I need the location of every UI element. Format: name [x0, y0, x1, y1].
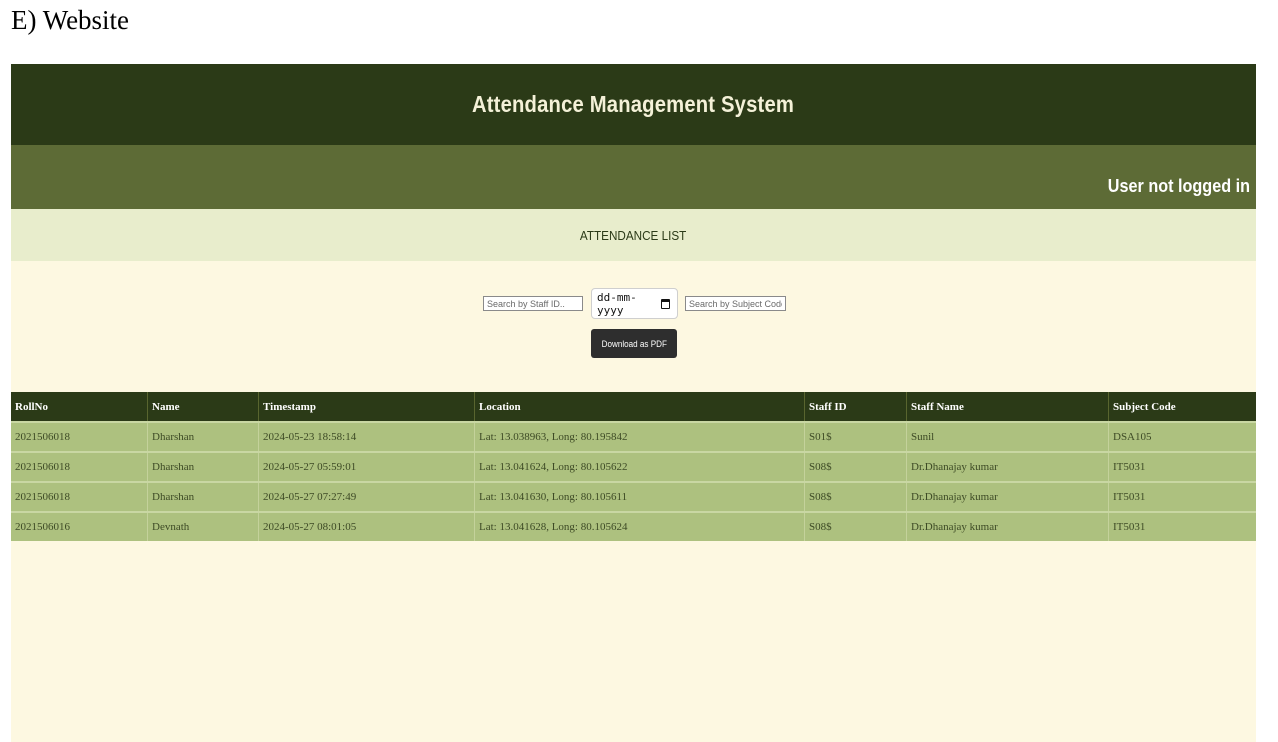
login-status: User not logged in	[1107, 176, 1250, 196]
website-frame: Attendance Management System User not lo…	[11, 64, 1256, 742]
column-header[interactable]: Staff ID	[804, 392, 907, 422]
table-cell: Dr.Dhanajay kumar	[906, 511, 1109, 541]
column-header[interactable]: Location	[474, 392, 805, 422]
table-cell: IT5031	[1108, 451, 1256, 482]
user-bar: User not logged in	[11, 145, 1256, 209]
table-cell: Devnath	[147, 511, 259, 541]
subject-code-search-input[interactable]	[685, 296, 786, 311]
table-cell: Lat: 13.041630, Long: 80.105611	[474, 481, 805, 512]
table-row: 2021506018 Dharshan 2024-05-23 18:58:14 …	[11, 421, 1256, 452]
table-header-row: RollNo Name Timestamp Location Staff ID …	[11, 392, 1256, 422]
table-cell: S08$	[804, 451, 907, 482]
table-cell: Dr.Dhanajay kumar	[906, 481, 1109, 512]
table-cell: Dr.Dhanajay kumar	[906, 451, 1109, 482]
staff-id-search-input[interactable]	[483, 296, 583, 311]
table-cell: IT5031	[1108, 511, 1256, 541]
column-header[interactable]: RollNo	[11, 392, 148, 422]
table-cell: Lat: 13.041628, Long: 80.105624	[474, 511, 805, 541]
site-title: Attendance Management System	[472, 91, 795, 117]
column-header[interactable]: Staff Name	[906, 392, 1109, 422]
table-cell: IT5031	[1108, 481, 1256, 512]
table-cell: Dharshan	[147, 451, 259, 482]
table-cell: 2021506018	[11, 451, 148, 482]
table-cell: Lat: 13.041624, Long: 80.105622	[474, 451, 805, 482]
section-title: ATTENDANCE LIST	[580, 227, 687, 243]
table-cell: 2024-05-27 05:59:01	[258, 451, 475, 482]
site-header: Attendance Management System	[11, 64, 1256, 145]
column-header[interactable]: Name	[147, 392, 259, 422]
table-cell: S08$	[804, 481, 907, 512]
table-cell: Dharshan	[147, 481, 259, 512]
table-cell: 2021506018	[11, 481, 148, 512]
table-cell: DSA105	[1108, 421, 1256, 452]
table-cell: 2024-05-27 08:01:05	[258, 511, 475, 541]
table-cell: 2024-05-27 07:27:49	[258, 481, 475, 512]
figure-caption: E) Website	[11, 5, 130, 35]
attendance-table: RollNo Name Timestamp Location Staff ID …	[11, 392, 1256, 541]
table-cell: 2021506016	[11, 511, 148, 541]
column-header[interactable]: Timestamp	[258, 392, 475, 422]
table-cell: 2021506018	[11, 421, 148, 452]
table-cell: 2024-05-23 18:58:14	[258, 421, 475, 452]
date-placeholder: dd-mm-yyyy	[597, 290, 637, 317]
table-cell: S08$	[804, 511, 907, 541]
table-row: 2021506016 Devnath 2024-05-27 08:01:05 L…	[11, 511, 1256, 541]
table-row: 2021506018 Dharshan 2024-05-27 05:59:01 …	[11, 451, 1256, 482]
date-picker-field[interactable]: dd-mm-yyyy	[591, 288, 678, 319]
table-row: 2021506018 Dharshan 2024-05-27 07:27:49 …	[11, 481, 1256, 512]
filter-controls: dd-mm-yyyy Download as PDF	[11, 261, 1256, 392]
column-header[interactable]: Subject Code	[1108, 392, 1256, 422]
download-pdf-button[interactable]: Download as PDF	[591, 329, 677, 358]
download-pdf-label: Download as PDF	[601, 338, 667, 349]
calendar-icon[interactable]	[661, 298, 670, 309]
section-header: ATTENDANCE LIST	[11, 209, 1256, 261]
table-cell: Dharshan	[147, 421, 259, 452]
table-cell: Lat: 13.038963, Long: 80.195842	[474, 421, 805, 452]
table-cell: S01$	[804, 421, 907, 452]
table-cell: Sunil	[906, 421, 1109, 452]
